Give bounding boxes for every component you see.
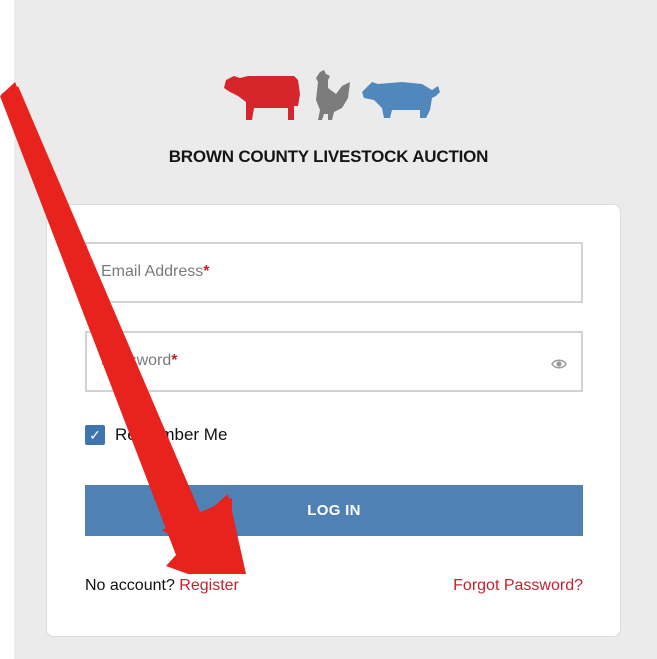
remember-label: Remember Me — [115, 425, 228, 444]
brand-logo — [224, 68, 444, 124]
chicken-icon — [316, 70, 350, 120]
password-placeholder: Password* — [101, 352, 178, 369]
required-marker: * — [171, 352, 178, 369]
remember-checkbox[interactable]: ✓ — [85, 425, 105, 445]
remember-me[interactable]: ✓ Remember Me — [85, 421, 227, 449]
register-link[interactable]: Register — [179, 577, 239, 594]
brand-title: BROWN COUNTY LIVESTOCK AUCTION — [168, 147, 489, 166]
eye-icon[interactable] — [551, 356, 567, 372]
forgot-password-link[interactable]: Forgot Password? — [453, 577, 583, 595]
cow-icon — [224, 76, 300, 120]
email-placeholder: Email Address* — [101, 263, 210, 280]
login-card: Email Address* Password* ✓ Remember Me L… — [46, 204, 621, 637]
login-button[interactable]: LOG IN — [85, 485, 583, 536]
no-account-line: No account? Register — [85, 577, 239, 595]
password-field[interactable]: Password* — [85, 331, 583, 392]
no-account-text: No account? — [85, 577, 175, 594]
email-field[interactable]: Email Address* — [85, 242, 583, 303]
pig-icon — [362, 82, 440, 118]
required-marker: * — [203, 263, 210, 280]
